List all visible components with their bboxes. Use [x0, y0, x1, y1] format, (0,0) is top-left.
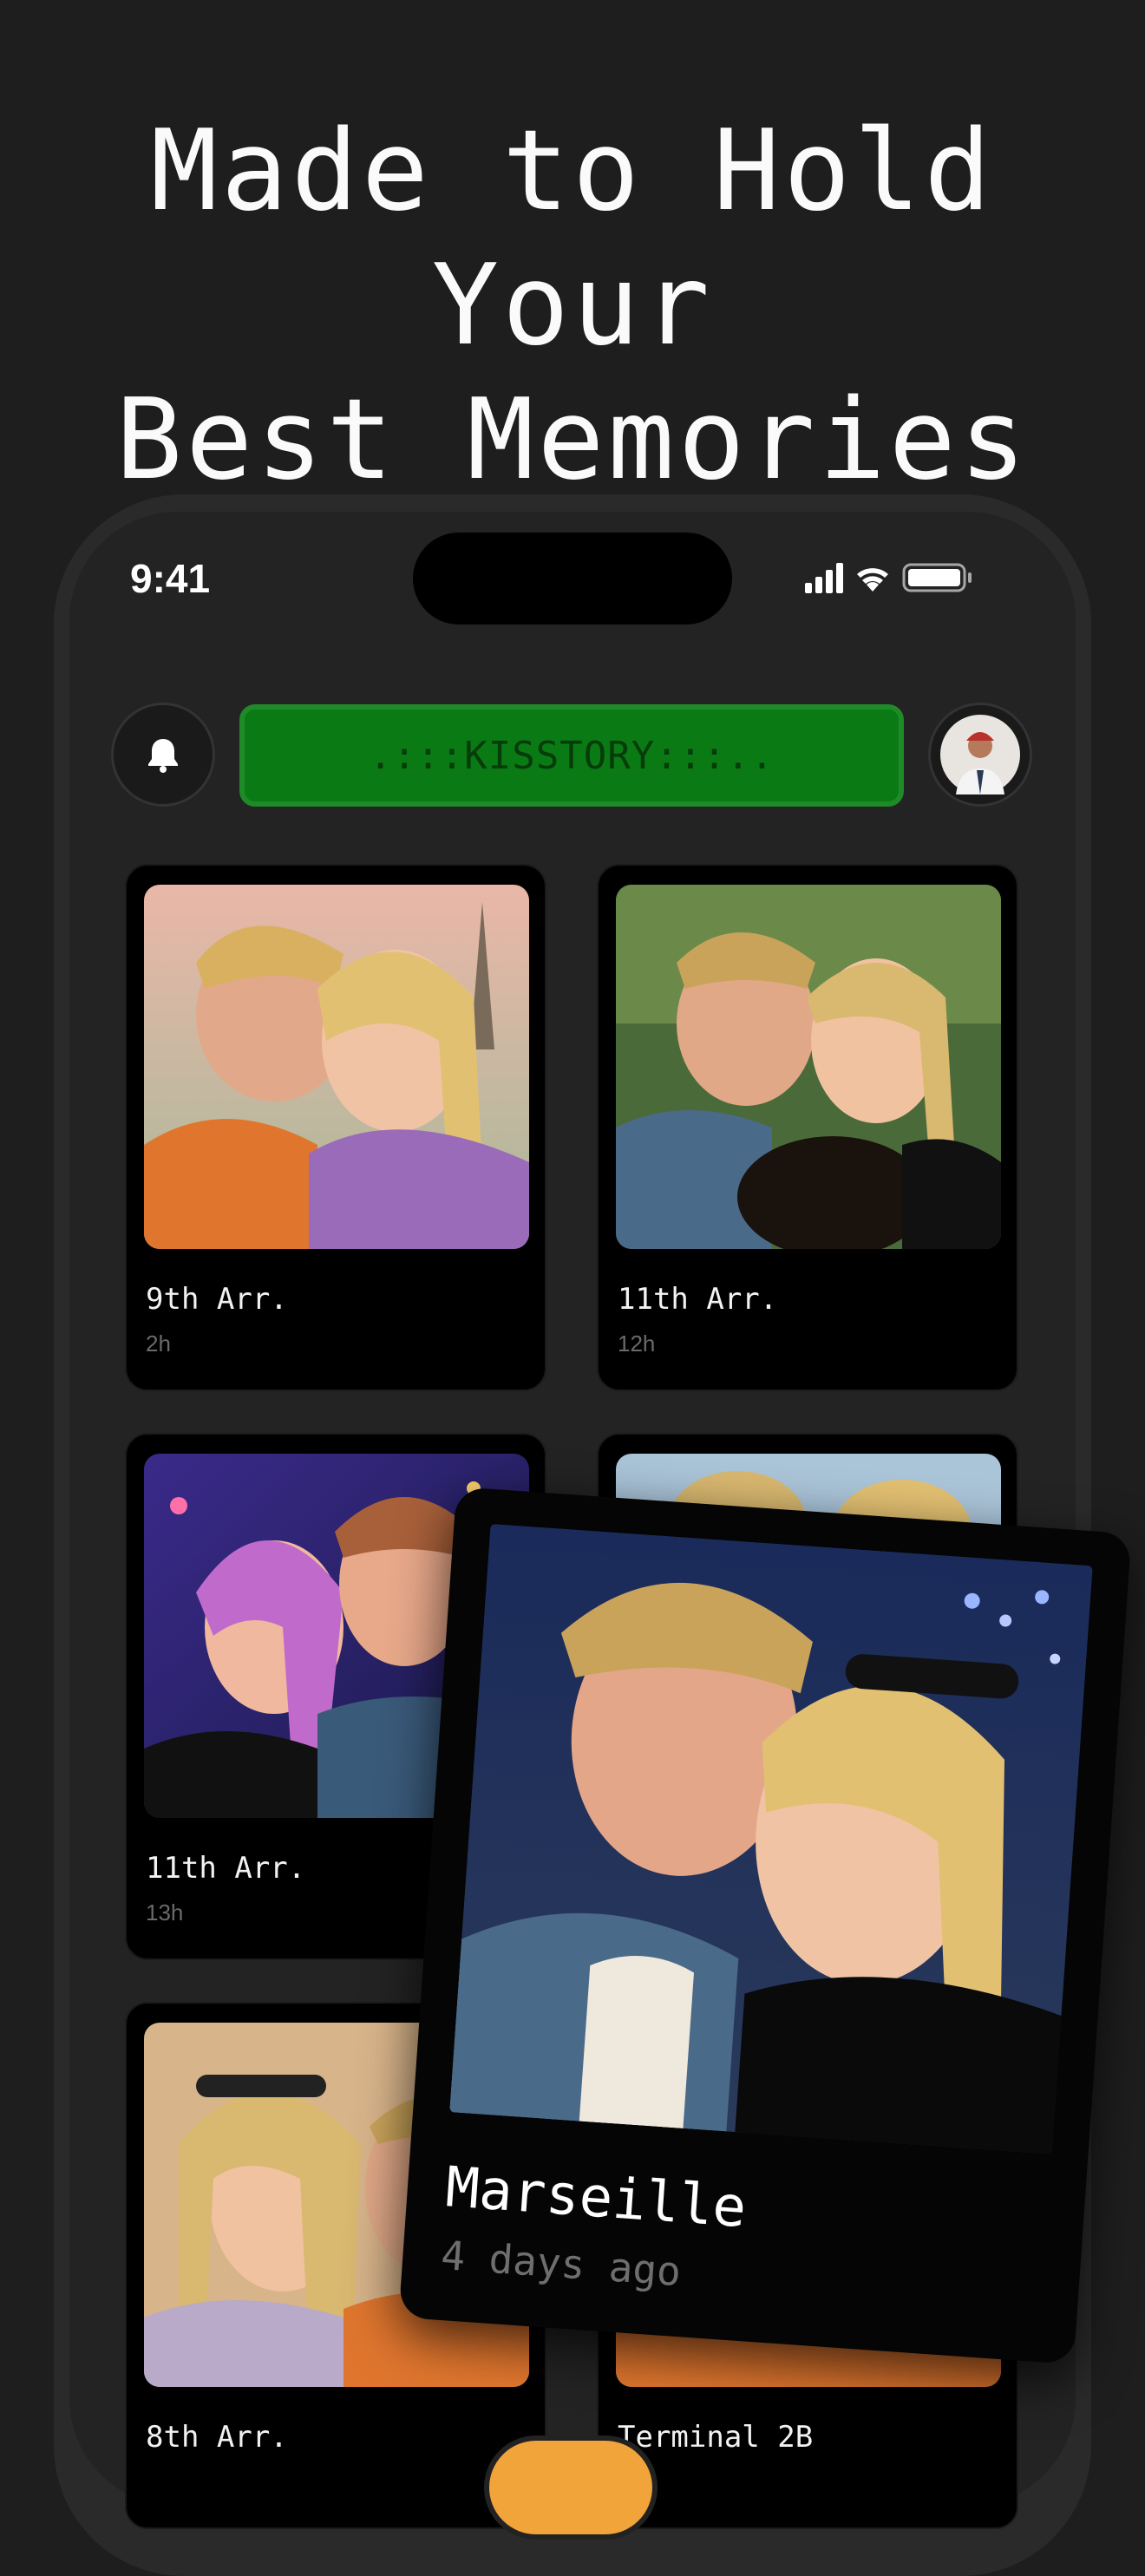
capture-button[interactable]	[484, 2435, 658, 2540]
card-title: Terminal 2B	[618, 2420, 814, 2455]
memory-photo	[616, 885, 1001, 1249]
bell-icon	[148, 739, 178, 773]
card-time: 13h	[146, 1899, 184, 1925]
banner-text: .:::KISSTORY:::..	[369, 733, 775, 778]
notifications-button[interactable]	[111, 703, 215, 807]
featured-photo	[449, 1523, 1093, 2154]
status-time: 9:41	[130, 556, 211, 601]
memory-card[interactable]: 9th Arr. 2h	[125, 864, 546, 1391]
profile-button[interactable]	[928, 703, 1032, 807]
headline-line-2: Best Memories	[115, 376, 1030, 505]
memory-photo	[144, 885, 529, 1249]
kisstory-banner: .:::KISSTORY:::..	[239, 704, 904, 807]
card-title: 9th Arr.	[146, 1282, 288, 1317]
memory-card[interactable]: 11th Arr. 12h	[597, 864, 1018, 1391]
signal-icon	[805, 563, 843, 593]
card-time: 12h	[618, 1330, 656, 1357]
featured-title: Marseille	[443, 2155, 749, 2241]
avatar	[940, 715, 1020, 794]
status-icons	[802, 560, 1010, 595]
featured-time: 4 days ago	[439, 2231, 683, 2296]
headline-line-1: Made to Hold Your	[150, 107, 995, 370]
card-time: 2h	[146, 1330, 171, 1357]
battery-icon	[902, 563, 972, 592]
card-title: 11th Arr.	[618, 1282, 778, 1317]
headline: Made to Hold Your Best Memories	[0, 104, 1145, 507]
card-title: 8th Arr.	[146, 2420, 288, 2455]
featured-memory-card[interactable]: Marseille 4 days ago	[398, 1486, 1132, 2365]
dynamic-island	[413, 533, 732, 624]
wifi-icon	[857, 568, 888, 592]
card-title: 11th Arr.	[146, 1851, 306, 1886]
